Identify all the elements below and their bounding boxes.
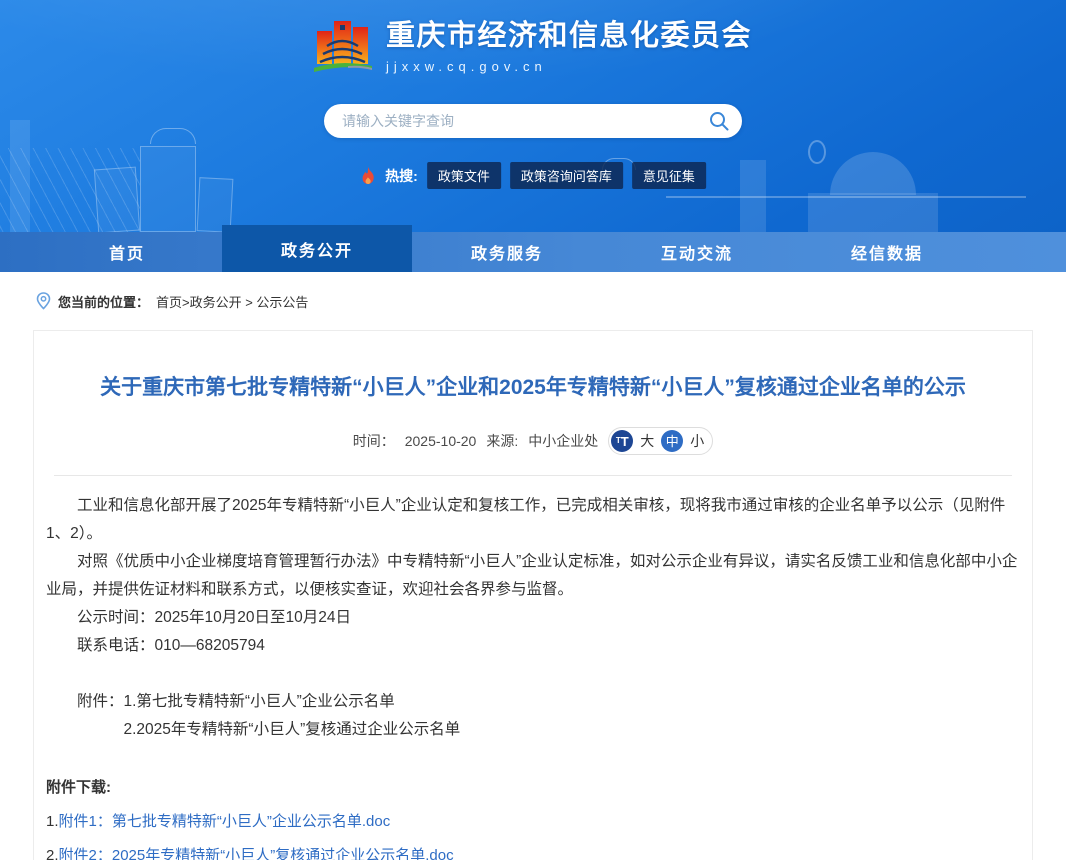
article-paragraph: 工业和信息化部开展了2025年专精特新“小巨人”企业认定和复核工作，已完成相关审… xyxy=(46,492,1020,548)
attachment-row: 2.附件2：2025年专精特新“小巨人”复核通过企业公示名单.doc xyxy=(46,842,1020,860)
building-art xyxy=(94,167,140,232)
breadcrumb-path[interactable]: 首页>政务公开 > 公示公告 xyxy=(156,292,308,311)
attachment-link-1[interactable]: 附件1：第七批专精特新“小巨人”企业公示名单.doc xyxy=(59,813,391,830)
building-art xyxy=(740,160,766,232)
font-size-control: TT 大 中 小 xyxy=(608,427,713,455)
meta-source-value: 中小企业处 xyxy=(528,431,598,451)
building-art xyxy=(10,120,30,232)
flame-icon xyxy=(360,167,376,185)
font-size-icon[interactable]: TT xyxy=(611,430,633,452)
site-url: jjxxw.cq.gov.cn xyxy=(386,59,752,74)
nav-tab-home[interactable]: 首页 xyxy=(32,232,222,272)
article-meta: 时间： 2025-10-20 来源: 中小企业处 TT 大 中 小 xyxy=(42,427,1024,455)
nav-tab-gov-services[interactable]: 政务服务 xyxy=(412,232,602,272)
attachment-prefix: 1. xyxy=(46,813,59,830)
hot-search-label: 热搜: xyxy=(385,166,418,186)
meta-time-value: 2025-10-20 xyxy=(405,433,477,449)
breadcrumb-label: 您当前的位置： xyxy=(58,292,149,311)
site-title-block: 重庆市经济和信息化委员会 jjxxw.cq.gov.cn xyxy=(386,16,752,74)
attachment-row: 1.附件1：第七批专精特新“小巨人”企业公示名单.doc xyxy=(46,808,1020,836)
attachment-prefix: 2. xyxy=(46,847,59,860)
attachment-link-2[interactable]: 附件2：2025年专精特新“小巨人”复核通过企业公示名单.doc xyxy=(59,847,454,860)
article-paragraph: 对照《优质中小企业梯度培育管理暂行办法》中专精特新“小巨人”企业认定标准，如对公… xyxy=(46,548,1020,604)
site-brand: 重庆市经济和信息化委员会 jjxxw.cq.gov.cn xyxy=(0,16,1066,76)
building-art xyxy=(197,177,234,232)
article-attachment-line: 2.2025年专精特新“小巨人”复核通过企业公示名单 xyxy=(46,716,1020,744)
building-art xyxy=(140,146,196,232)
balloon-art xyxy=(808,140,826,164)
page: 重庆市经济和信息化委员会 jjxxw.cq.gov.cn 热搜: 政策文件 政策… xyxy=(0,0,1066,860)
search-box[interactable] xyxy=(324,104,742,138)
meta-time-label: 时间： xyxy=(353,431,395,451)
hot-search-row: 热搜: 政策文件 政策咨询问答库 意见征集 xyxy=(360,162,706,189)
hot-link-opinions[interactable]: 意见征集 xyxy=(632,162,706,189)
article-body: 工业和信息化部开展了2025年专精特新“小巨人”企业认定和复核工作，已完成相关审… xyxy=(42,492,1024,744)
dome-building-art xyxy=(808,193,938,232)
attachment-download-heading: 附件下载: xyxy=(46,774,1020,802)
location-pin-icon xyxy=(36,292,51,310)
search-area xyxy=(324,104,742,138)
breadcrumb: 您当前的位置： 首页>政务公开 > 公示公告 xyxy=(0,272,1066,330)
font-size-small-button[interactable]: 小 xyxy=(690,431,704,451)
site-title: 重庆市经济和信息化委员会 xyxy=(386,16,752,56)
article-card: 关于重庆市第七批专精特新“小巨人”企业和2025年专精特新“小巨人”复核通过企业… xyxy=(33,330,1033,860)
hot-link-policy-qa[interactable]: 政策咨询问答库 xyxy=(510,162,623,189)
search-input[interactable] xyxy=(340,112,708,130)
search-icon[interactable] xyxy=(708,110,730,132)
article-attachment-line: 附件：1.第七批专精特新“小巨人”企业公示名单 xyxy=(46,688,1020,716)
site-logo-icon xyxy=(314,16,372,76)
font-size-large-button[interactable]: 大 xyxy=(640,431,654,451)
nav-tab-economic-data[interactable]: 经信数据 xyxy=(792,232,982,272)
meta-source-label: 来源: xyxy=(486,431,518,451)
font-size-medium-button[interactable]: 中 xyxy=(661,430,683,452)
meta-divider xyxy=(54,475,1012,476)
site-header: 重庆市经济和信息化委员会 jjxxw.cq.gov.cn 热搜: 政策文件 政策… xyxy=(0,0,1066,272)
main-nav: 首页 政务公开 政务服务 互动交流 经信数据 xyxy=(0,232,1066,272)
article-paragraph-contact-phone: 联系电话：010—68205794 xyxy=(46,632,1020,660)
nav-tab-gov-disclosure[interactable]: 政务公开 xyxy=(222,225,412,272)
hot-link-policy-files[interactable]: 政策文件 xyxy=(427,162,501,189)
nav-tab-interaction[interactable]: 互动交流 xyxy=(602,232,792,272)
article-paragraph-public-period: 公示时间：2025年10月20日至10月24日 xyxy=(46,604,1020,632)
article-title: 关于重庆市第七批专精特新“小巨人”企业和2025年专精特新“小巨人”复核通过企业… xyxy=(92,373,974,403)
dome-building-art xyxy=(830,152,916,195)
cloud-art xyxy=(150,128,196,144)
attachment-download-section: 附件下载: 1.附件1：第七批专精特新“小巨人”企业公示名单.doc 2.附件2… xyxy=(42,774,1024,860)
